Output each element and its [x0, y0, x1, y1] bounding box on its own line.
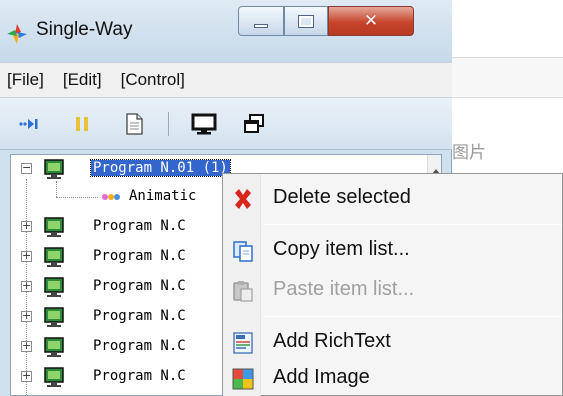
menu-item-label: Delete selected [273, 186, 411, 208]
tree-row-label: Animatic [129, 188, 197, 204]
menu-item-label: Copy item list... [273, 238, 410, 260]
expand-toggle[interactable]: + [21, 310, 32, 322]
pause-icon[interactable] [68, 110, 96, 138]
toolbar [0, 98, 452, 150]
menu-file[interactable]: [File] [7, 70, 44, 90]
background-strip [450, 58, 563, 98]
window-title: Single-Way [36, 19, 133, 40]
menu-item-copy-item-list[interactable]: Copy item list... [225, 232, 562, 270]
app-logo-icon [7, 24, 27, 44]
menu-control[interactable]: [Control] [121, 70, 185, 90]
title-bar[interactable]: Single-Way ✕ [0, 0, 452, 62]
menu-bar: [File] [Edit] [Control] [0, 62, 452, 98]
delete-x-icon [235, 189, 251, 209]
context-menu: Delete selected Copy item list... Paste … [222, 173, 563, 396]
expand-toggle[interactable]: + [21, 340, 32, 352]
program-monitor-icon [44, 159, 64, 179]
windows-stack-icon[interactable] [240, 110, 268, 138]
menu-item-delete-selected[interactable]: Delete selected [225, 180, 562, 218]
tree-row-label: Program N.C [93, 218, 186, 234]
menu-item-add-image[interactable]: Add Image [225, 360, 562, 396]
program-monitor-icon [44, 277, 64, 297]
paste-icon [233, 281, 253, 302]
background-topbar [450, 0, 563, 58]
maximize-icon [298, 14, 314, 28]
toolbar-separator [168, 112, 169, 136]
menu-item-label: Paste item list... [273, 278, 415, 300]
tree-row-label: Program N.C [93, 308, 186, 324]
program-monitor-icon [44, 367, 64, 387]
image-icon [232, 368, 254, 390]
program-monitor-icon [44, 337, 64, 357]
minimize-icon [254, 24, 268, 28]
menu-separator [263, 316, 562, 317]
document-icon[interactable] [120, 110, 148, 138]
copy-icon [233, 241, 253, 262]
expand-toggle[interactable]: + [21, 250, 32, 262]
background-tab-label[interactable]: 图片 [452, 138, 486, 163]
close-icon: ✕ [363, 11, 379, 31]
tree-row-label: Program N.C [93, 368, 186, 384]
tree-row-label: Program N.C [93, 248, 186, 264]
expand-toggle[interactable]: + [21, 280, 32, 292]
close-button[interactable]: ✕ [328, 6, 414, 36]
tree-row-label: Program N.C [93, 278, 186, 294]
richtext-icon [233, 332, 253, 354]
menu-edit[interactable]: [Edit] [63, 70, 102, 90]
menu-item-label: Add RichText [273, 330, 391, 352]
monitor-icon[interactable] [190, 110, 218, 138]
tree-row-label: Program N.01 (1) [90, 159, 231, 177]
tree-row-label: Program N.C [93, 338, 186, 354]
menu-separator [263, 224, 562, 225]
minimize-button[interactable] [238, 6, 284, 36]
maximize-button[interactable] [284, 6, 328, 36]
play-step-icon[interactable] [16, 110, 44, 138]
collapse-toggle[interactable]: − [21, 162, 32, 174]
menu-item-label: Add Image [273, 366, 370, 388]
program-monitor-icon [44, 217, 64, 237]
expand-toggle[interactable]: + [21, 370, 32, 382]
menu-item-add-richtext[interactable]: Add RichText [225, 324, 562, 362]
animation-icon [102, 194, 120, 200]
program-monitor-icon [44, 247, 64, 267]
expand-toggle[interactable]: + [21, 220, 32, 232]
program-monitor-icon [44, 307, 64, 327]
menu-item-paste-item-list[interactable]: Paste item list... [225, 272, 562, 310]
